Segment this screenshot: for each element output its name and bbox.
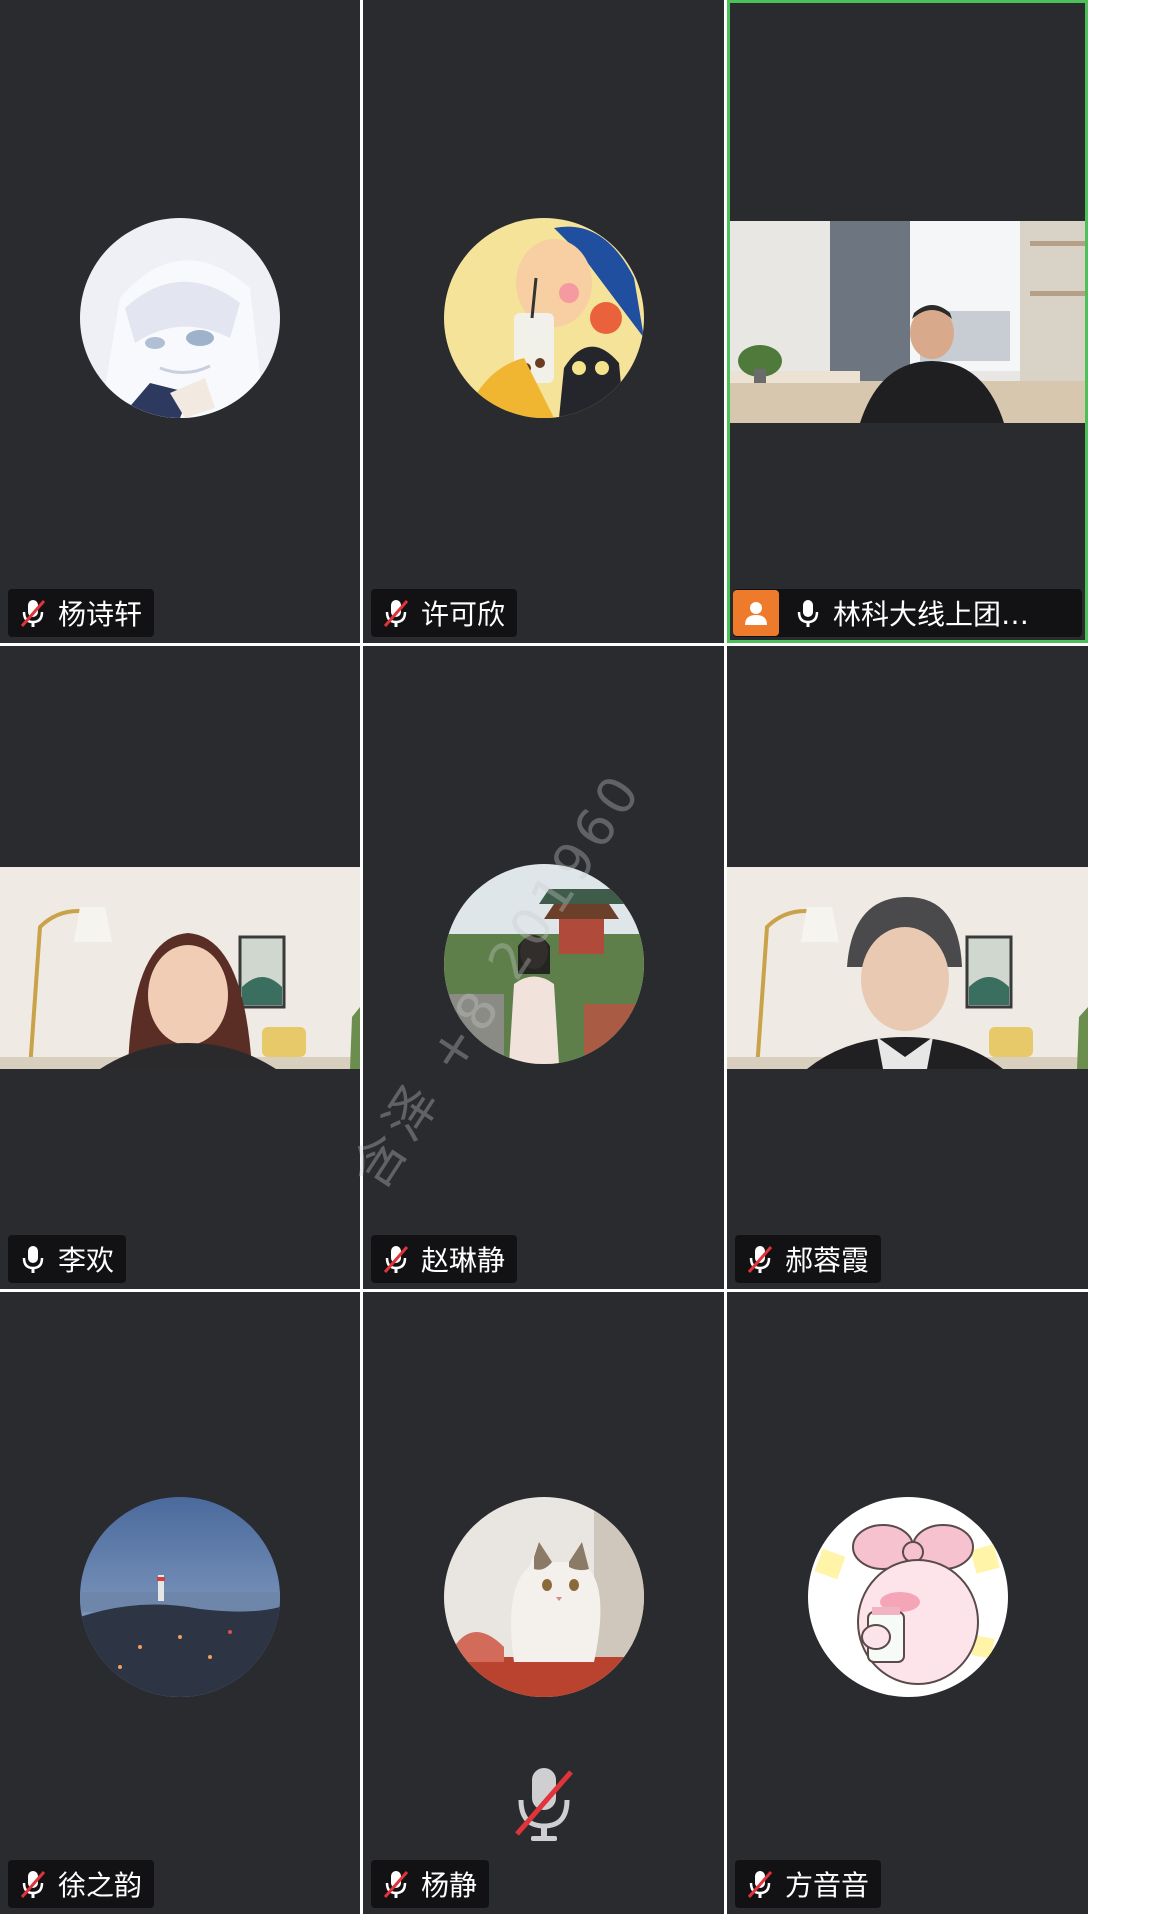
participant-tile[interactable]: 郝蓉霞 [727, 646, 1088, 1289]
man-in-room-video [730, 220, 1085, 423]
woman-living-room-video [0, 866, 360, 1069]
name-label: 杨静 [371, 1860, 490, 1908]
name-label: 杨诗轩 [8, 589, 155, 637]
participant-name: 李欢 [58, 1244, 115, 1277]
cartoon-girl-boba-cat-avatar [443, 217, 644, 418]
cat-photo-avatar [443, 1497, 644, 1697]
participant-name: 徐之韵 [58, 1869, 143, 1902]
mic-muted-icon [20, 600, 46, 627]
coastal-town-dusk-avatar [80, 1497, 280, 1697]
name-label: 李欢 [8, 1235, 127, 1283]
mic-muted-icon [747, 1871, 773, 1898]
participant-tile[interactable]: 杨静 [363, 1292, 724, 1914]
name-label: 许可欣 [371, 589, 518, 637]
anime-white-hair-avatar [80, 217, 280, 418]
woman-temple-photo-avatar [443, 863, 644, 1064]
participant-tile[interactable]: 李欢 [0, 646, 360, 1289]
participant-name: 许可欣 [421, 598, 506, 631]
mic-muted-icon [383, 1871, 409, 1898]
participant-tile[interactable]: 许可欣 [363, 0, 724, 643]
participant-tile[interactable]: 徐之韵 [0, 1292, 360, 1914]
host-badge [733, 590, 779, 636]
name-label: 赵琳静 [371, 1235, 518, 1283]
participant-name: 杨静 [421, 1869, 478, 1902]
mic-muted-icon [514, 1768, 573, 1841]
name-label: 徐之韵 [8, 1860, 155, 1908]
person-icon [745, 602, 767, 625]
pink-bunny-cartoon-avatar [807, 1497, 1008, 1697]
mic-on-icon [22, 1246, 44, 1273]
participant-tile-active-speaker[interactable]: 林科大线上团… [727, 0, 1088, 643]
participant-name: 郝蓉霞 [785, 1244, 870, 1277]
name-label: 方音音 [735, 1860, 882, 1908]
mic-muted-icon [747, 1246, 773, 1273]
participant-tile[interactable]: 方音音 [727, 1292, 1088, 1914]
name-label: 林科大线上团… [733, 589, 1082, 637]
participant-name: 方音音 [785, 1869, 870, 1902]
participant-tile[interactable]: 赵琳静 [363, 646, 724, 1289]
participant-tile[interactable]: 杨诗轩 [0, 0, 360, 643]
mic-muted-icon [20, 1871, 46, 1898]
participant-name: 赵琳静 [421, 1244, 506, 1277]
video-grid: 杨诗轩 许可欣 林科大线上团… 李欢 赵琳静 郝蓉霞 徐之韵 杨静 方音音 [0, 0, 1088, 1914]
participant-name: 林科大线上团… [833, 598, 1030, 631]
participant-name: 杨诗轩 [58, 598, 143, 631]
name-label: 郝蓉霞 [735, 1235, 882, 1283]
mic-on-icon [797, 600, 819, 627]
mic-muted-icon [383, 1246, 409, 1273]
woman-living-room-video-2 [727, 866, 1088, 1069]
mic-muted-icon [383, 600, 409, 627]
